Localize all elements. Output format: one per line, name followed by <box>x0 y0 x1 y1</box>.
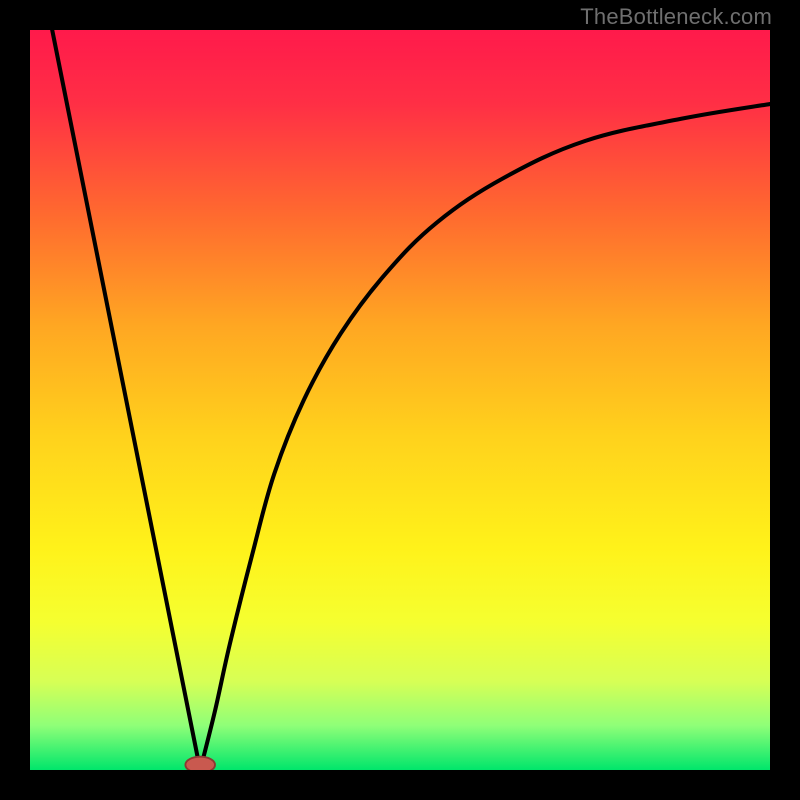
bottleneck-chart <box>30 30 770 770</box>
chart-frame <box>30 30 770 770</box>
watermark-text: TheBottleneck.com <box>580 4 772 30</box>
minimum-marker <box>185 757 215 770</box>
gradient-background <box>30 30 770 770</box>
